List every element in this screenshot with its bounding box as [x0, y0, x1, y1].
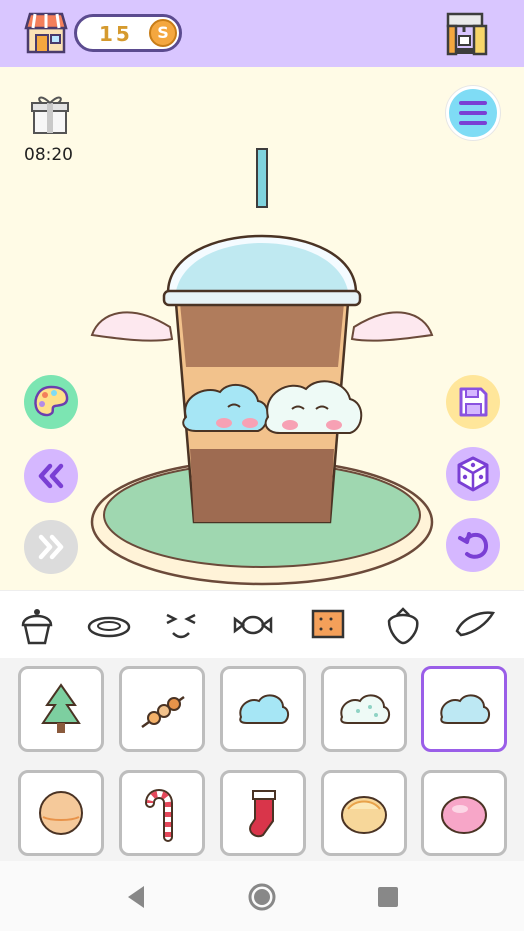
- palette-button[interactable]: [24, 375, 78, 429]
- item-grid: [0, 658, 524, 861]
- undo-icon: [458, 532, 488, 559]
- coin-count: 15: [99, 22, 133, 46]
- game-screen: 15 S 08:20: [0, 0, 524, 931]
- stocking-icon: [249, 790, 276, 838]
- coffee-machine-icon[interactable]: [442, 10, 490, 58]
- item-cloud[interactable]: [421, 666, 507, 752]
- shop-icon[interactable]: [22, 8, 70, 56]
- item-blue-cloud[interactable]: [220, 666, 306, 752]
- pink-mochi-icon: [441, 796, 487, 834]
- cupcake-icon[interactable]: [15, 603, 59, 647]
- drink-stage: 08:20: [0, 67, 524, 590]
- item-stocking[interactable]: [220, 770, 306, 856]
- candy-icon[interactable]: [231, 603, 275, 647]
- item-skewer[interactable]: [119, 666, 205, 752]
- tree-icon: [41, 683, 81, 733]
- coin-counter: 15 S: [74, 14, 182, 52]
- undo-button[interactable]: [446, 518, 500, 572]
- skewer-icon: [141, 695, 185, 729]
- blue-cloud-icon: [239, 694, 289, 724]
- item-candy-cane[interactable]: [119, 770, 205, 856]
- back-icon[interactable]: [124, 884, 148, 910]
- dice-button[interactable]: [446, 447, 500, 501]
- dotted-cloud-icon: [340, 694, 390, 724]
- item-tree[interactable]: [18, 666, 104, 752]
- fast-forward-button[interactable]: [24, 520, 78, 574]
- system-nav-bar: [0, 861, 524, 931]
- coin-icon: S: [149, 19, 177, 47]
- biscuit-icon[interactable]: [307, 603, 351, 647]
- gift-timer: 08:20: [24, 145, 73, 165]
- face-icon[interactable]: [159, 603, 203, 647]
- drink-artwork: [90, 148, 434, 586]
- item-peach-ball[interactable]: [18, 770, 104, 856]
- save-button[interactable]: [446, 375, 500, 429]
- dice-icon: [457, 456, 489, 492]
- rewind-button[interactable]: [24, 449, 78, 503]
- wing-icon[interactable]: [453, 603, 497, 647]
- menu-button[interactable]: [446, 86, 500, 140]
- home-icon[interactable]: [246, 881, 278, 913]
- plate-icon[interactable]: [87, 603, 131, 647]
- menu-icon: [459, 101, 487, 125]
- strawberry-icon[interactable]: [381, 603, 425, 647]
- top-bar: 15 S: [0, 0, 524, 67]
- category-bar: [0, 590, 524, 658]
- peach-ball-icon: [39, 791, 83, 835]
- recent-apps-icon[interactable]: [377, 886, 399, 908]
- item-custard-bun[interactable]: [321, 770, 407, 856]
- item-pink-mochi[interactable]: [421, 770, 507, 856]
- rewind-icon: [38, 463, 64, 489]
- candy-cane-icon: [145, 789, 173, 842]
- cloud-icon: [440, 694, 490, 724]
- item-dotted-cloud[interactable]: [321, 666, 407, 752]
- fast-forward-icon: [38, 534, 64, 560]
- gift-icon[interactable]: [30, 91, 70, 135]
- save-icon: [459, 387, 488, 417]
- palette-icon: [34, 385, 69, 417]
- custard-bun-icon: [341, 796, 387, 834]
